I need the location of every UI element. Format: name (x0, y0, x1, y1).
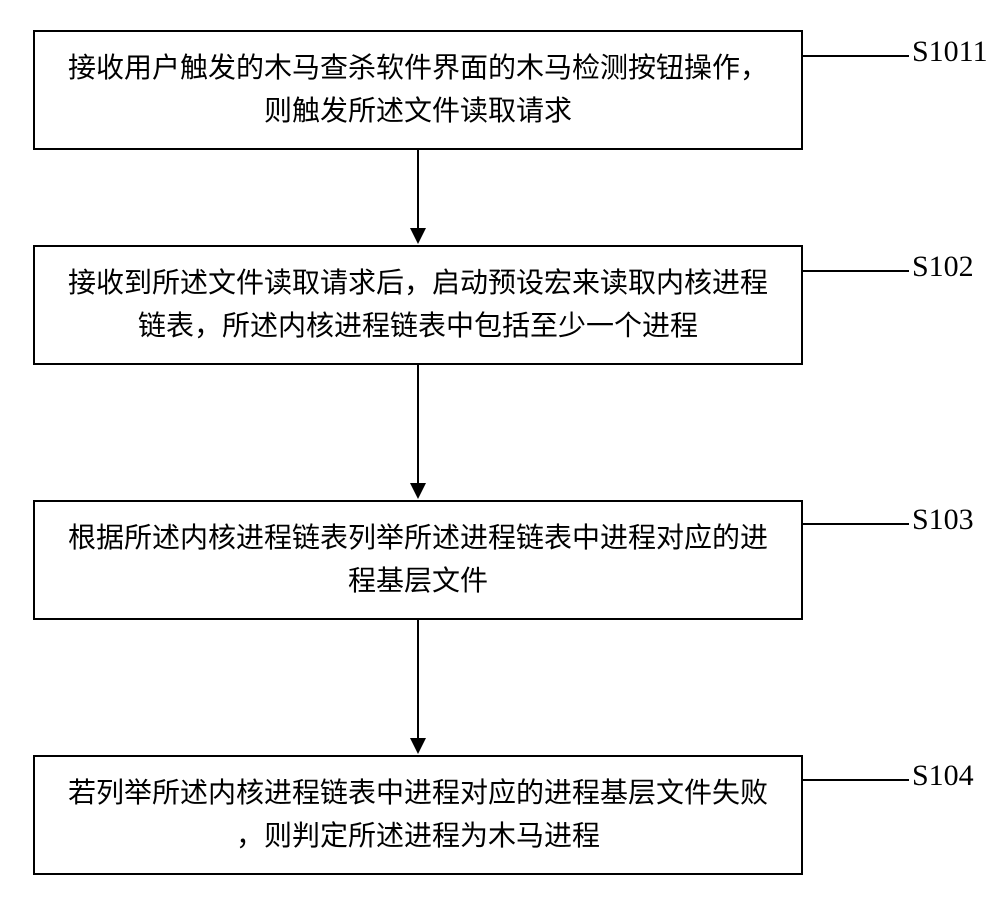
flow-step-label: S104 (912, 759, 974, 793)
label-connector (803, 270, 909, 272)
flow-step-s103: 根据所述内核进程链表列举所述进程链表中进程对应的进 程基层文件 (33, 500, 803, 620)
flow-arrow-head (410, 228, 426, 244)
flow-arrow (417, 150, 419, 228)
flow-step-label: S102 (912, 250, 974, 284)
flow-arrow (417, 365, 419, 483)
flow-step-s102: 接收到所述文件读取请求后，启动预设宏来读取内核进程 链表，所述内核进程链表中包括… (33, 245, 803, 365)
label-connector (803, 523, 909, 525)
label-connector (803, 779, 909, 781)
flow-step-text: 若列举所述内核进程链表中进程对应的进程基层文件失败 ，则判定所述进程为木马进程 (68, 772, 768, 859)
flow-step-text: 接收用户触发的木马查杀软件界面的木马检测按钮操作， 则触发所述文件读取请求 (68, 47, 768, 134)
flow-arrow (417, 620, 419, 738)
label-connector (803, 55, 909, 57)
flow-step-s1011: 接收用户触发的木马查杀软件界面的木马检测按钮操作， 则触发所述文件读取请求 (33, 30, 803, 150)
flow-step-label: S1011 (912, 35, 988, 69)
flow-step-text: 接收到所述文件读取请求后，启动预设宏来读取内核进程 链表，所述内核进程链表中包括… (68, 262, 768, 349)
flow-step-label: S103 (912, 503, 974, 537)
flowchart-canvas: 接收用户触发的木马查杀软件界面的木马检测按钮操作， 则触发所述文件读取请求 S1… (0, 0, 1000, 923)
flow-arrow-head (410, 738, 426, 754)
flow-step-text: 根据所述内核进程链表列举所述进程链表中进程对应的进 程基层文件 (68, 517, 768, 604)
flow-arrow-head (410, 483, 426, 499)
flow-step-s104: 若列举所述内核进程链表中进程对应的进程基层文件失败 ，则判定所述进程为木马进程 (33, 755, 803, 875)
